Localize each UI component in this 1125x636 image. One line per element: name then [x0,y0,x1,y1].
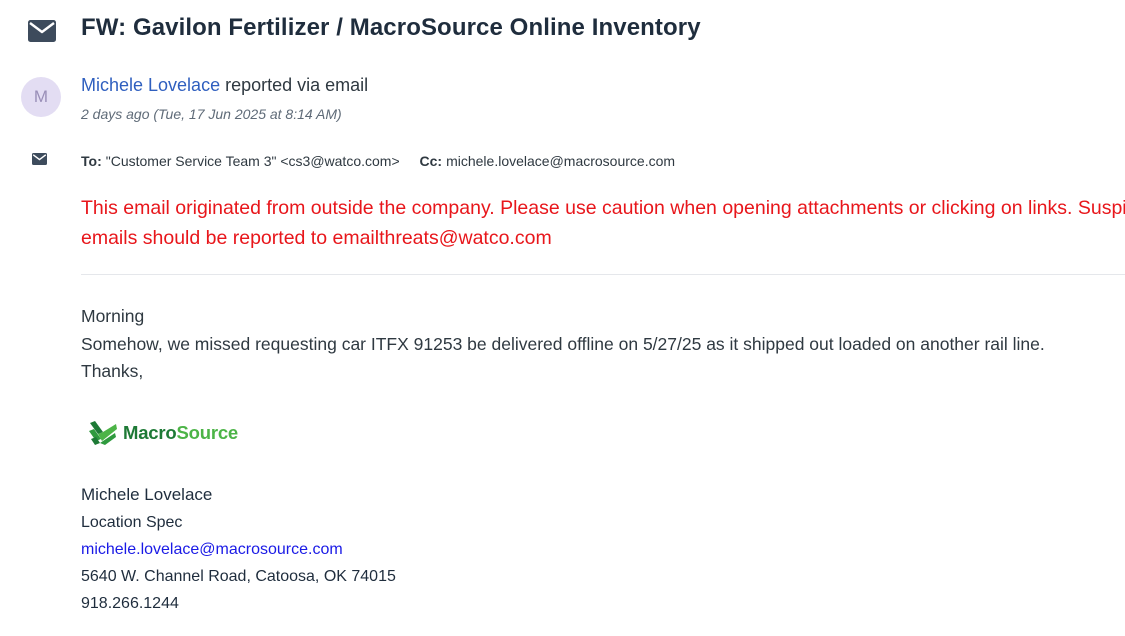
signature-name: Michele Lovelace [81,485,213,504]
cc-value: michele.lovelace@macrosource.com [446,153,676,169]
email-signature: Michele Lovelace Location Spec michele.l… [81,483,396,619]
author-name-link[interactable]: Michele Lovelace [81,75,220,95]
to-label: To: [81,153,102,169]
email-subject: FW: Gavilon Fertilizer / MacroSource Onl… [81,14,701,41]
signature-phone: 918.266.1244 [81,595,179,612]
divider [81,274,1125,275]
macrosource-logo-mark [89,421,117,445]
body-line: Morning [81,306,145,326]
email-body: Morning Somehow, we missed requesting ca… [81,303,1045,386]
macrosource-logo: MacroSource [88,418,238,448]
envelope-icon [32,153,47,165]
recipients-line: To: "Customer Service Team 3" <cs3@watco.… [81,153,675,169]
email-timestamp: 2 days ago (Tue, 17 Jun 2025 at 8:14 AM) [81,106,342,122]
reported-via-text: reported via email [225,75,369,95]
ticket-email-view: FW: Gavilon Fertilizer / MacroSource Onl… [0,0,1125,636]
envelope-icon [28,20,56,42]
body-line: Thanks, [81,361,144,381]
to-value: "Customer Service Team 3" <cs3@watco.com… [105,153,400,169]
body-line: Somehow, we missed requesting car ITFX 9… [81,333,1045,354]
logo-wordmark: MacroSource [123,422,239,443]
signature-email-link[interactable]: michele.lovelace@macrosource.com [81,538,396,565]
external-email-warning: This email originated from outside the c… [81,197,1125,249]
signature-address: 5640 W. Channel Road, Catoosa, OK 74015 [81,568,396,585]
author-line: Michele Lovelace reported via email [81,75,368,96]
signature-title: Location Spec [81,514,183,531]
cc-label: Cc: [419,153,443,169]
avatar[interactable]: M [21,77,61,117]
